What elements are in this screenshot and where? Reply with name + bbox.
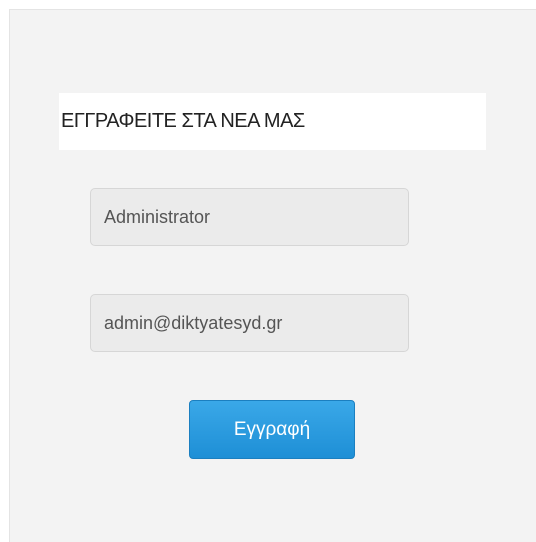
newsletter-heading: ΕΓΓΡΑΦΕΙΤΕ ΣΤΑ ΝΕΑ ΜΑΣ bbox=[61, 110, 305, 132]
email-field[interactable] bbox=[90, 294, 409, 352]
newsletter-panel bbox=[9, 9, 536, 542]
subscribe-button[interactable]: Εγγραφή bbox=[189, 400, 355, 459]
newsletter-heading-box: ΕΓΓΡΑΦΕΙΤΕ ΣΤΑ ΝΕΑ ΜΑΣ bbox=[59, 93, 486, 150]
name-field[interactable] bbox=[90, 188, 409, 246]
